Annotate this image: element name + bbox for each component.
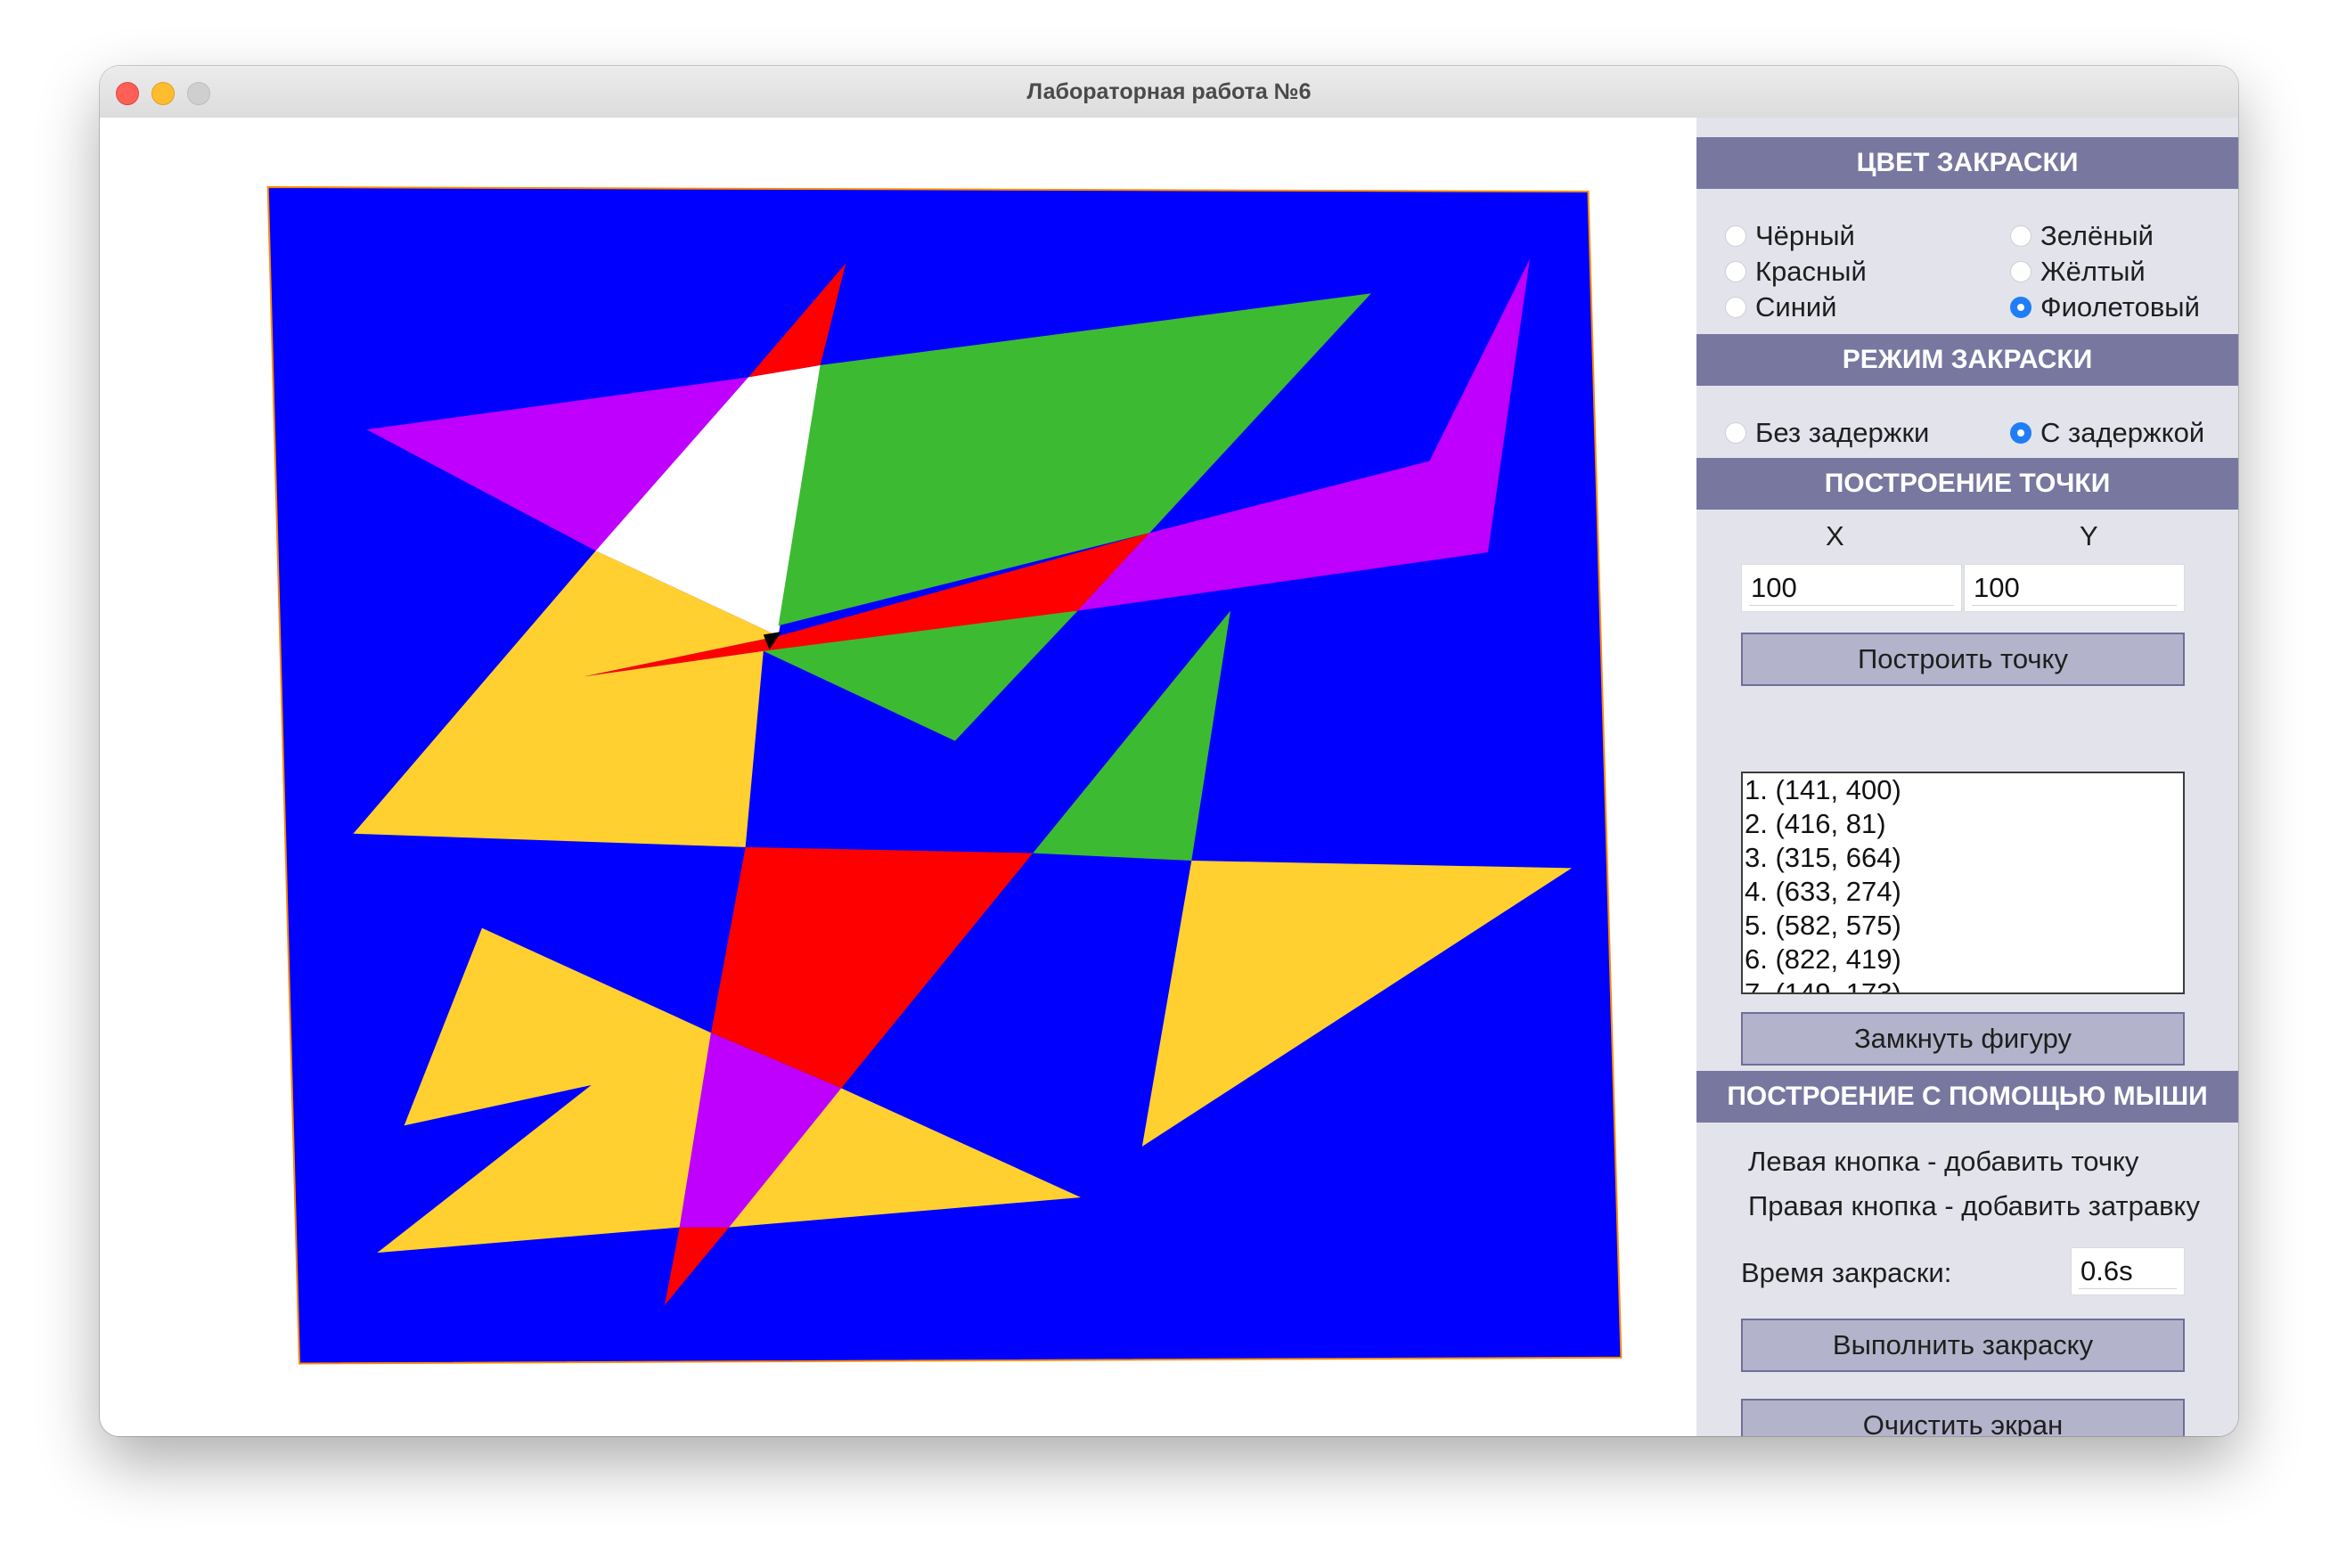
control-panel: ЦВЕТ ЗАКРАСКИ Чёрный Зелёный Красный Жёл… (1696, 118, 2238, 1436)
app-window: Лабораторная работа №6 ЦВЕТ ЗАКРАСКИ Чёр… (100, 66, 2238, 1436)
fill-mode-header: РЕЖИМ ЗАКРАСКИ (1696, 334, 2238, 386)
fill-color-header: ЦВЕТ ЗАКРАСКИ (1696, 137, 2238, 189)
point-build-header: ПОСТРОЕНИЕ ТОЧКИ (1696, 458, 2238, 510)
radio-yellow[interactable]: Жёлтый (2010, 254, 2146, 290)
radio-dot[interactable] (1725, 225, 1746, 247)
radio-dot[interactable] (2010, 225, 2031, 247)
points-list[interactable]: 1. (141, 400) 2. (416, 81) 3. (315, 664)… (1741, 772, 2185, 994)
radio-with-delay[interactable]: С задержкой (2010, 415, 2204, 451)
radio-red[interactable]: Красный (1725, 254, 1867, 290)
radio-label: С задержкой (2040, 417, 2205, 448)
radio-label: Зелёный (2040, 220, 2154, 251)
list-item[interactable]: 7. (149, 173) (1743, 976, 2183, 992)
radio-green[interactable]: Зелёный (2010, 218, 2154, 254)
radio-label: Чёрный (1755, 220, 1855, 251)
radio-dot[interactable] (2010, 297, 2031, 318)
radio-dot[interactable] (2010, 261, 2031, 282)
radio-no-delay[interactable]: Без задержки (1725, 415, 1929, 451)
y-input[interactable]: 100 (1964, 564, 2185, 612)
list-item[interactable]: 5. (582, 575) (1743, 909, 2183, 943)
drawing-surface[interactable] (100, 118, 1696, 1436)
x-label: X (1826, 520, 1844, 551)
y-label: Y (2080, 520, 2098, 551)
drawing-canvas[interactable] (100, 118, 1696, 1436)
left-button-hint: Левая кнопка - добавить точку (1748, 1146, 2139, 1177)
right-button-hint: Правая кнопка - добавить затравку (1748, 1190, 2200, 1221)
build-point-button[interactable]: Построить точку (1741, 633, 2185, 686)
radio-dot[interactable] (1725, 422, 1746, 444)
x-input[interactable]: 100 (1741, 564, 1962, 612)
close-figure-button[interactable]: Замкнуть фигуру (1741, 1012, 2185, 1066)
list-item[interactable]: 1. (141, 400) (1743, 773, 2183, 807)
clear-screen-button[interactable]: Очистить экран (1741, 1399, 2185, 1436)
mouse-build-header: ПОСТРОЕНИЕ С ПОМОЩЬЮ МЫШИ (1696, 1071, 2238, 1123)
radio-black[interactable]: Чёрный (1725, 218, 1855, 254)
run-fill-button[interactable]: Выполнить закраску (1741, 1319, 2185, 1372)
radio-violet[interactable]: Фиолетовый (2010, 290, 2200, 325)
radio-dot[interactable] (2010, 422, 2031, 444)
radio-blue[interactable]: Синий (1725, 290, 1836, 325)
radio-label: Фиолетовый (2040, 291, 2200, 323)
title-bar: Лабораторная работа №6 (100, 66, 2238, 118)
list-item[interactable]: 3. (315, 664) (1743, 841, 2183, 875)
radio-label: Жёлтый (2040, 256, 2146, 287)
list-item[interactable]: 6. (822, 419) (1743, 943, 2183, 976)
fill-time-value: 0.6s (2071, 1247, 2185, 1295)
list-item[interactable]: 2. (416, 81) (1743, 807, 2183, 841)
radio-dot[interactable] (1725, 261, 1746, 282)
radio-label: Красный (1755, 256, 1867, 287)
radio-label: Синий (1755, 291, 1837, 323)
radio-label: Без задержки (1755, 417, 1930, 448)
radio-dot[interactable] (1725, 297, 1746, 318)
list-item[interactable]: 4. (633, 274) (1743, 875, 2183, 909)
window-title: Лабораторная работа №6 (1026, 79, 1312, 104)
fill-time-label: Время закраски: (1741, 1257, 1952, 1288)
